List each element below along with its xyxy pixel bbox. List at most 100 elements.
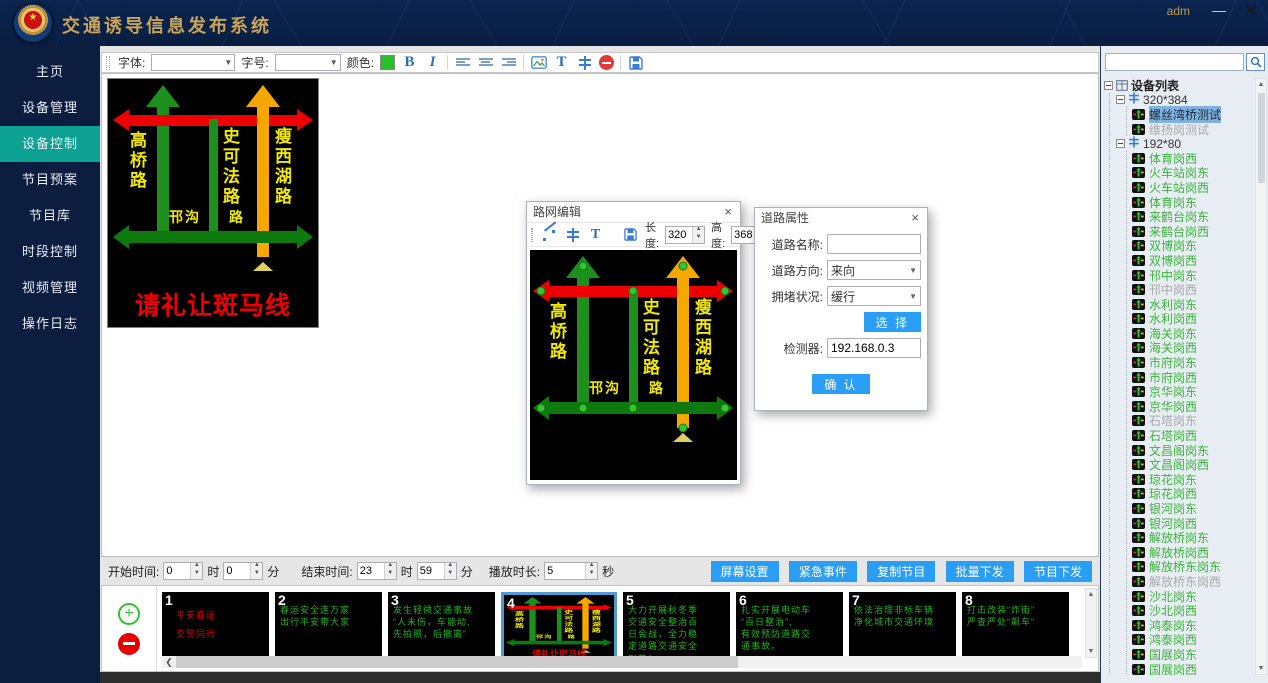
- step-down-icon[interactable]: ▼: [385, 571, 396, 579]
- node-handle[interactable]: [579, 262, 588, 271]
- end-minute-stepper[interactable]: ▲▼: [417, 562, 457, 580]
- close-button[interactable]: ✕: [1244, 1, 1258, 21]
- delete-button[interactable]: [599, 55, 614, 70]
- select-button[interactable]: 选 择: [864, 312, 921, 332]
- device-item[interactable]: 解放桥东岗东: [1132, 560, 1254, 575]
- device-item[interactable]: 京华岗西: [1132, 399, 1254, 414]
- detector-input[interactable]: [827, 338, 921, 358]
- device-item[interactable]: 双博岗西: [1132, 253, 1254, 268]
- insert-text-button[interactable]: T: [553, 54, 570, 71]
- step-down-icon[interactable]: ▼: [586, 571, 597, 579]
- playlist-thumbnail[interactable]: 1 平安春运 交警同行 高桥路 史可法路 瘦西湖路 邗沟 路: [162, 592, 269, 658]
- duration-stepper[interactable]: ▲▼: [544, 562, 598, 580]
- device-item[interactable]: 解放桥岗东: [1132, 530, 1254, 545]
- collapse-icon[interactable]: [1104, 81, 1113, 90]
- remove-program-button[interactable]: [118, 633, 140, 655]
- insert-road-button[interactable]: [576, 54, 593, 71]
- start-hour-stepper[interactable]: ▲▼: [163, 562, 203, 580]
- draw-road-button[interactable]: [541, 226, 558, 243]
- sidebar-item[interactable]: 节目预案: [0, 162, 100, 198]
- step-down-icon[interactable]: ▼: [251, 571, 262, 579]
- stepper-arrows[interactable]: ▲▼: [444, 563, 456, 579]
- length-stepper[interactable]: ▲▼: [665, 226, 705, 244]
- device-item[interactable]: 维扬岗测试: [1132, 122, 1254, 137]
- node-handle[interactable]: [679, 262, 688, 271]
- device-item[interactable]: 解放桥东岗西: [1132, 574, 1254, 589]
- node-handle[interactable]: [679, 424, 688, 433]
- action-button[interactable]: 紧急事件: [789, 561, 857, 582]
- stepper-arrows[interactable]: ▲▼: [384, 563, 396, 579]
- scroll-left-icon[interactable]: ❮: [162, 657, 176, 668]
- device-item[interactable]: 邗中岗西: [1132, 282, 1254, 297]
- device-item[interactable]: 琼花岗东: [1132, 472, 1254, 487]
- size-select[interactable]: ▼: [275, 54, 341, 71]
- step-down-icon[interactable]: ▼: [445, 571, 456, 579]
- device-item[interactable]: 来鹤台岗西: [1132, 224, 1254, 239]
- duration-input[interactable]: [545, 563, 585, 579]
- device-item[interactable]: 沙北岗东: [1132, 589, 1254, 604]
- confirm-button[interactable]: 确 认: [812, 374, 869, 394]
- playlist-thumbnail[interactable]: 4 高桥路 史可法路 瘦西湖路 邗沟 路 请: [501, 592, 617, 660]
- insert-junction-button[interactable]: [564, 226, 581, 243]
- start-hour-input[interactable]: [164, 563, 190, 579]
- node-handle[interactable]: [537, 287, 546, 296]
- device-item[interactable]: 来鹤台岗东: [1132, 209, 1254, 224]
- step-down-icon[interactable]: ▼: [191, 571, 202, 579]
- color-swatch[interactable]: [380, 55, 395, 70]
- display-preview[interactable]: 高桥路 史可法路 瘦西湖路 邗沟 路 请礼让斑马线: [107, 78, 319, 328]
- device-item[interactable]: 石塔岗西: [1132, 428, 1254, 443]
- device-item[interactable]: 鸿泰岗东: [1132, 618, 1254, 633]
- road-name-input[interactable]: [827, 234, 921, 254]
- tree-group-row[interactable]: 192*80: [1116, 136, 1254, 151]
- playlist-thumbnail[interactable]: 3 发生轻微交通事故 “人未伤，车能动, 先拍照，后撤离” 高桥路 史可法路 瘦…: [388, 592, 495, 658]
- device-item[interactable]: 琼花岗西: [1132, 487, 1254, 502]
- step-down-icon[interactable]: ▼: [693, 235, 704, 243]
- road-direction-select[interactable]: 来向 ▼: [827, 260, 921, 280]
- device-item[interactable]: 文昌阁岗西: [1132, 457, 1254, 472]
- congestion-select[interactable]: 缓行 ▼: [827, 286, 921, 306]
- add-program-button[interactable]: +: [118, 603, 140, 625]
- device-item[interactable]: 石塔岗东: [1132, 414, 1254, 429]
- action-button[interactable]: 复制节目: [867, 561, 935, 582]
- road-editor-canvas[interactable]: 高桥路 史可法路 瘦西湖路 邗沟 路: [530, 250, 737, 480]
- device-item[interactable]: 火车站岗西: [1132, 180, 1254, 195]
- scrollbar-thumb[interactable]: [1258, 93, 1265, 183]
- scroll-up-icon[interactable]: ▲: [1088, 591, 1095, 598]
- node-handle[interactable]: [629, 404, 638, 413]
- minimize-button[interactable]: —: [1212, 2, 1226, 18]
- node-handle[interactable]: [537, 404, 546, 413]
- device-item[interactable]: 邗中岗东: [1132, 268, 1254, 283]
- device-item[interactable]: 解放桥岗西: [1132, 545, 1254, 560]
- horizontal-scrollbar[interactable]: ❮: [162, 656, 1082, 668]
- end-hour-stepper[interactable]: ▲▼: [357, 562, 397, 580]
- stepper-arrows[interactable]: ▲▼: [250, 563, 262, 579]
- scrollbar-thumb[interactable]: [176, 656, 738, 668]
- sidebar-item[interactable]: 操作日志: [0, 306, 100, 342]
- device-item[interactable]: 海关岗东: [1132, 326, 1254, 341]
- insert-text-button[interactable]: T: [587, 226, 604, 243]
- playlist-thumbnail[interactable]: 2 春运安全连万家 出行平安带大家 高桥路 史可法路 瘦西湖路 邗沟 路: [275, 592, 382, 658]
- device-item[interactable]: 银河岗西: [1132, 516, 1254, 531]
- scroll-down-icon[interactable]: ▼: [1258, 665, 1265, 672]
- scroll-down-icon[interactable]: ▼: [1088, 648, 1095, 655]
- playlist-thumbnail[interactable]: 8 打击改装“炸街” 严查严处“飙车” 高桥路 史可法路 瘦西湖路 邗沟: [962, 592, 1069, 658]
- device-item[interactable]: 双博岗东: [1132, 239, 1254, 254]
- font-select[interactable]: ▼: [151, 54, 235, 71]
- device-item[interactable]: 市府岗东: [1132, 355, 1254, 370]
- end-hour-input[interactable]: [358, 563, 384, 579]
- node-handle[interactable]: [721, 287, 730, 296]
- start-minute-stepper[interactable]: ▲▼: [223, 562, 263, 580]
- sidebar-item[interactable]: 时段控制: [0, 234, 100, 270]
- playlist-thumbnail[interactable]: 7 依法治理非标车辆 净化城市交通环境 高桥路 史可法路 瘦西湖路 邗沟: [849, 592, 956, 658]
- user-name[interactable]: adm: [1167, 4, 1190, 18]
- vertical-scrollbar[interactable]: ▲ ▼: [1085, 588, 1097, 658]
- device-item[interactable]: 国展岗西: [1132, 662, 1254, 675]
- align-right-button[interactable]: [500, 54, 517, 71]
- sidebar-item[interactable]: 视频管理: [0, 270, 100, 306]
- playlist-thumbnail[interactable]: 6 扎实开展电动车 “百日整治”, 有效预防道路交 通事故。 高桥路 史可法路 …: [736, 592, 843, 658]
- sidebar-item[interactable]: 节目库: [0, 198, 100, 234]
- device-search-input[interactable]: [1105, 53, 1244, 71]
- node-handle[interactable]: [629, 287, 638, 296]
- device-item[interactable]: 鸿泰岗西: [1132, 633, 1254, 648]
- device-item[interactable]: 体育岗西: [1132, 151, 1254, 166]
